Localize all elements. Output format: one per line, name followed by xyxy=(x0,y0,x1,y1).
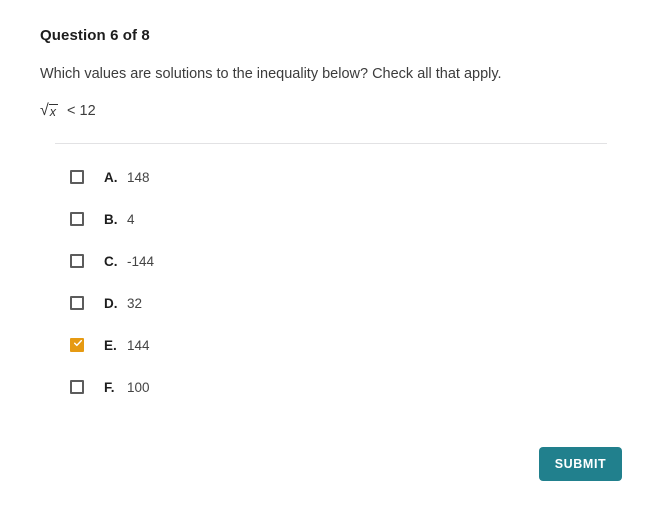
option-letter: F. xyxy=(104,379,115,395)
submit-button[interactable]: SUBMIT xyxy=(539,447,622,481)
submit-row: SUBMIT xyxy=(40,447,622,481)
question-heading: Question 6 of 8 xyxy=(40,27,150,44)
option-value: 4 xyxy=(127,211,135,227)
quiz-question-card: Question 6 of 8 Which values are solutio… xyxy=(0,0,662,509)
square-root-expression: √ x xyxy=(40,102,59,119)
answer-option-c[interactable]: C. -144 xyxy=(70,250,622,272)
checkbox-unchecked-icon[interactable] xyxy=(70,212,84,226)
option-letter: B. xyxy=(104,211,118,227)
answer-option-e[interactable]: E. 144 xyxy=(70,334,622,356)
checkbox-unchecked-icon[interactable] xyxy=(70,380,84,394)
answer-options-list: A. 148 B. 4 C. -144 D. 32 E. 144 F. 100 xyxy=(70,166,622,398)
section-divider xyxy=(55,143,607,144)
checkbox-checked-icon[interactable] xyxy=(70,338,84,352)
option-letter: D. xyxy=(104,295,118,311)
math-expression: √ x < 12 xyxy=(40,101,622,121)
checkbox-unchecked-icon[interactable] xyxy=(70,296,84,310)
option-value: 100 xyxy=(127,379,150,395)
option-value: -144 xyxy=(127,253,155,269)
inequality-relation: < 12 xyxy=(67,103,96,119)
answer-option-a[interactable]: A. 148 xyxy=(70,166,622,188)
option-value: 144 xyxy=(127,337,150,353)
option-letter: E. xyxy=(104,337,117,353)
answer-option-b[interactable]: B. 4 xyxy=(70,208,622,230)
option-value: 148 xyxy=(127,169,150,185)
option-letter: A. xyxy=(104,169,118,185)
answer-option-f[interactable]: F. 100 xyxy=(70,376,622,398)
answer-option-d[interactable]: D. 32 xyxy=(70,292,622,314)
question-prompt: Which values are solutions to the inequa… xyxy=(40,66,502,82)
checkbox-unchecked-icon[interactable] xyxy=(70,254,84,268)
option-value: 32 xyxy=(127,295,143,311)
option-letter: C. xyxy=(104,253,118,269)
radicand-variable: x xyxy=(48,104,59,119)
radical-icon: √ xyxy=(40,102,49,119)
checkbox-unchecked-icon[interactable] xyxy=(70,170,84,184)
